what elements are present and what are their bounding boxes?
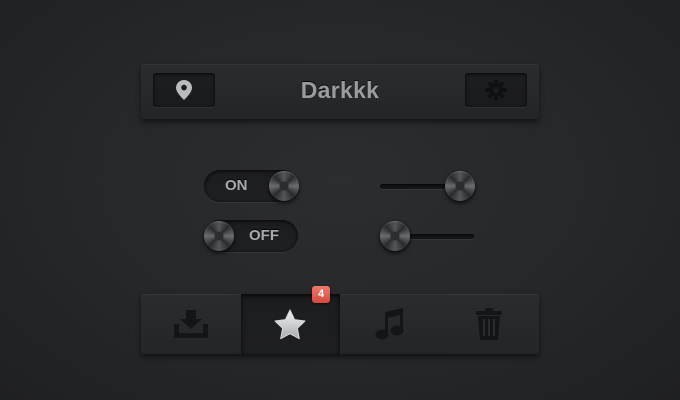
tab-trash[interactable] — [440, 294, 540, 354]
tab-music[interactable] — [340, 294, 440, 354]
music-note-icon — [375, 308, 404, 340]
tab-bar — [141, 294, 539, 354]
download-icon — [173, 310, 208, 338]
tab-favorites[interactable] — [240, 294, 340, 354]
toggle-off-knob[interactable] — [204, 221, 234, 251]
star-icon — [274, 309, 306, 339]
tab-download[interactable] — [141, 294, 241, 354]
slider-thumb-1[interactable] — [445, 171, 475, 201]
slider-thumb-2[interactable] — [380, 221, 410, 251]
trash-icon — [476, 308, 503, 340]
toggle-off[interactable]: OFF — [204, 220, 298, 252]
toggle-off-label: OFF — [249, 227, 279, 244]
toggle-on-label: ON — [225, 177, 248, 194]
gear-icon — [485, 79, 507, 101]
favorites-count-badge: 4 — [312, 286, 330, 303]
header-bar: Darkkk — [141, 64, 539, 119]
settings-button[interactable] — [465, 73, 527, 107]
toggle-on[interactable]: ON — [204, 170, 299, 202]
toggle-on-knob[interactable] — [269, 171, 299, 201]
